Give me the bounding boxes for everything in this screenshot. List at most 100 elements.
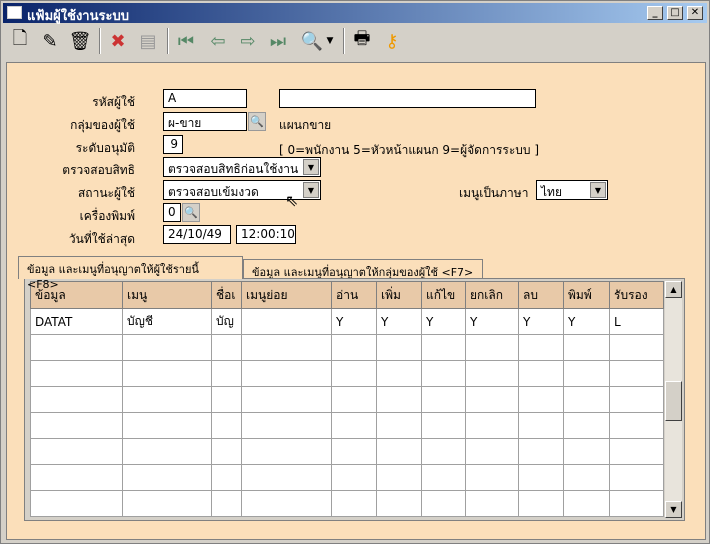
table-cell[interactable] [421,360,466,387]
table-cell[interactable] [241,438,332,465]
table-cell[interactable] [241,412,332,439]
previous-record-icon[interactable]: ⇦ [205,28,231,54]
scroll-up-icon[interactable]: ▲ [665,281,682,298]
table-cell[interactable]: บัญ [211,308,242,335]
lang-select[interactable]: ไทย ▼ [536,180,608,200]
table-cell[interactable] [30,334,123,361]
new-document-icon[interactable]: 🗋 [7,28,33,54]
table-row[interactable]: DATAT บัญชี บัญ Y Y Y Y Y Y L [30,308,664,335]
table-cell[interactable] [563,334,610,361]
table-cell[interactable] [609,438,664,465]
table-cell[interactable] [30,438,123,465]
chevron-down-icon[interactable]: ▼ [590,182,606,198]
table-cell[interactable] [122,490,212,517]
table-row-empty[interactable] [30,360,664,387]
table-cell[interactable] [518,464,564,491]
table-cell[interactable] [376,464,422,491]
group-input[interactable]: ผ-ขาย [163,112,247,131]
cancel-icon[interactable]: ✖ [105,28,131,54]
table-cell[interactable]: DATAT [30,308,123,335]
table-cell[interactable] [211,334,242,361]
user-name-input[interactable] [279,89,536,108]
column-header[interactable]: แก้ไข [421,281,466,309]
table-cell[interactable] [30,464,123,491]
table-cell[interactable]: Y [465,308,519,335]
key-icon[interactable]: ⚷ [379,28,405,54]
table-cell[interactable] [241,464,332,491]
column-header[interactable]: เมนู [122,281,212,309]
level-input[interactable]: 9 [163,135,183,154]
table-cell[interactable] [518,386,564,413]
close-button[interactable]: ✕ [687,6,703,20]
column-header[interactable]: เพิ่ม [376,281,422,309]
table-cell[interactable] [376,490,422,517]
table-cell[interactable]: L [609,308,664,335]
vertical-scrollbar[interactable]: ▲ ▼ [665,281,682,518]
column-header[interactable]: ชื่อเ [211,281,242,309]
table-cell[interactable] [331,360,377,387]
column-header[interactable]: อ่าน [331,281,377,309]
table-cell[interactable] [518,490,564,517]
table-cell[interactable] [465,412,519,439]
table-cell[interactable] [563,464,610,491]
table-cell[interactable] [465,360,519,387]
table-cell[interactable] [30,490,123,517]
printer-input[interactable]: 0 [163,203,181,222]
table-cell[interactable] [122,464,212,491]
maximize-button[interactable]: □ [667,6,683,20]
table-cell[interactable] [331,386,377,413]
table-cell[interactable] [30,360,123,387]
printer-lookup-icon[interactable]: 🔍 [182,203,200,222]
table-cell[interactable] [465,464,519,491]
first-record-icon[interactable]: ⏮ [173,28,199,54]
table-cell[interactable] [609,360,664,387]
table-cell[interactable] [376,360,422,387]
table-cell[interactable] [241,360,332,387]
table-cell[interactable] [122,386,212,413]
table-cell[interactable] [563,438,610,465]
table-cell[interactable] [30,386,123,413]
table-cell[interactable] [331,412,377,439]
print-icon[interactable]: 🖶 [349,28,375,54]
table-cell[interactable] [331,464,377,491]
tab-group-permissions[interactable]: ข้อมูล และเมนูที่อนุญาตให้กลุ่มของผู้ใช้… [243,259,483,279]
table-cell[interactable] [421,438,466,465]
table-row-empty[interactable] [30,334,664,361]
table-cell[interactable] [122,412,212,439]
table-row-empty[interactable] [30,412,664,439]
table-cell[interactable] [563,490,610,517]
table-cell[interactable] [421,490,466,517]
user-code-input[interactable]: A [163,89,247,108]
table-cell[interactable] [421,412,466,439]
table-cell[interactable]: Y [518,308,564,335]
column-header[interactable]: เมนูย่อย [241,281,332,309]
table-cell[interactable] [122,360,212,387]
table-cell[interactable]: บัญชี [122,308,212,335]
table-cell[interactable] [465,334,519,361]
table-cell[interactable] [122,334,212,361]
table-cell[interactable] [518,334,564,361]
table-cell[interactable]: Y [331,308,377,335]
column-header[interactable]: ลบ [518,281,564,309]
table-cell[interactable] [609,334,664,361]
table-cell[interactable] [518,438,564,465]
table-cell[interactable] [211,464,242,491]
edit-icon[interactable]: ✎ [37,28,63,54]
table-cell[interactable] [211,360,242,387]
table-cell[interactable] [518,412,564,439]
table-cell[interactable] [563,412,610,439]
table-cell[interactable] [122,438,212,465]
table-cell[interactable]: Y [376,308,422,335]
table-cell[interactable] [518,360,564,387]
table-row-empty[interactable] [30,438,664,465]
table-cell[interactable] [211,412,242,439]
table-cell[interactable]: Y [563,308,610,335]
table-cell[interactable] [241,386,332,413]
table-cell[interactable] [331,490,377,517]
search-icon[interactable]: 🔍 [299,28,325,54]
table-cell[interactable] [609,412,664,439]
check-select[interactable]: ตรวจสอบสิทธิก่อนใช้งาน ▼ [163,157,321,177]
table-cell[interactable] [331,334,377,361]
table-row-empty[interactable] [30,464,664,491]
table-cell[interactable]: Y [421,308,466,335]
